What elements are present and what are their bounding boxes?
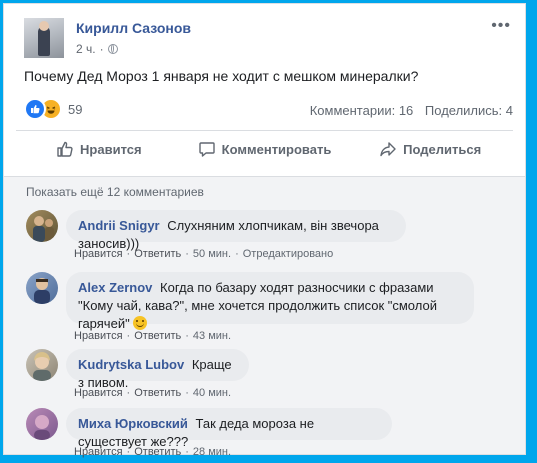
commenter-name[interactable]: Alex Zernov xyxy=(78,280,152,295)
share-button-label: Поделиться xyxy=(403,141,482,157)
comment-reply-link[interactable]: Ответить xyxy=(134,446,181,458)
shares-count-link[interactable]: Поделились: 4 xyxy=(425,103,513,118)
comment-actions: Нравится · Ответить · 28 мин. xyxy=(74,446,231,458)
action-separator: · xyxy=(126,446,131,458)
globe-icon[interactable] xyxy=(107,44,118,54)
comment-bubble: Alex Zernov Когда по базару ходят разнос… xyxy=(66,272,474,331)
comment-reply-link[interactable]: Ответить xyxy=(134,248,181,260)
smile-emoji-icon xyxy=(133,316,148,330)
comment-button-label: Комментировать xyxy=(221,141,332,157)
thumb-up-icon xyxy=(57,141,73,157)
action-bar: Нравится Комментировать Поделиться xyxy=(16,131,513,167)
laughing-face-glyph xyxy=(46,106,56,114)
commenter-name[interactable]: Миха Юрковский xyxy=(78,416,188,431)
action-separator: · xyxy=(185,446,189,458)
comment-time[interactable]: 50 мин. xyxy=(193,248,231,260)
avatar-head xyxy=(39,21,49,31)
reactions-count: 59 xyxy=(68,101,83,117)
post-meta: 2 ч. · xyxy=(76,42,376,56)
action-separator: · xyxy=(235,248,239,260)
comment-reply-link[interactable]: Ответить xyxy=(134,330,181,342)
comment-time[interactable]: 28 мин. xyxy=(193,446,231,458)
comment-time[interactable]: 43 мин. xyxy=(193,330,231,342)
comment-edited[interactable]: Отредактировано xyxy=(243,248,334,260)
commenter-avatar[interactable] xyxy=(26,272,58,304)
comment-bubble: Kudrytska Lubov Краще з пивом. xyxy=(66,349,249,390)
action-separator: · xyxy=(185,330,189,342)
comment-actions: Нравится · Ответить · 40 мин. xyxy=(74,387,231,399)
meta-separator: · xyxy=(99,42,104,56)
comment-reply-link[interactable]: Ответить xyxy=(134,387,181,399)
commenter-avatar[interactable] xyxy=(26,349,58,381)
comments-section: Показать ещё 12 комментариев Andrii Snig… xyxy=(4,176,525,458)
action-separator: · xyxy=(185,248,189,260)
commenter-name[interactable]: Kudrytska Lubov xyxy=(78,357,184,372)
avatar-photo xyxy=(34,415,50,440)
post-text: Почему Дед Мороз 1 января не ходит с меш… xyxy=(24,68,419,84)
comment-bubble: Миха Юрковский Так деда мороза не сущест… xyxy=(66,408,392,449)
comment-like-link[interactable]: Нравится xyxy=(74,248,123,260)
show-more-comments-link[interactable]: Показать ещё 12 комментариев xyxy=(26,185,204,199)
reactions-summary[interactable]: 59 xyxy=(24,98,83,120)
post-time[interactable]: 2 ч. xyxy=(76,42,96,56)
like-button[interactable]: Нравится xyxy=(16,131,182,167)
comment-actions: Нравится · Ответить · 50 мин. · Отредактирован… xyxy=(74,248,333,260)
share-button[interactable]: Поделиться xyxy=(347,131,513,167)
avatar-photo xyxy=(33,352,51,381)
comment-actions: Нравится · Ответить · 43 мин. xyxy=(74,330,231,342)
commenter-name[interactable]: Andrii Snigyr xyxy=(78,218,160,233)
action-separator: · xyxy=(126,330,131,342)
comment-like-link[interactable]: Нравится xyxy=(74,446,123,458)
comment-like-link[interactable]: Нравится xyxy=(74,387,123,399)
action-separator: · xyxy=(185,387,189,399)
more-options-icon[interactable]: ••• xyxy=(491,18,511,34)
post-stats: Комментарии: 16 Поделились: 4 xyxy=(310,103,513,118)
comment-bubble-icon xyxy=(198,142,215,157)
avatar-photo xyxy=(34,278,50,304)
commenter-avatar[interactable] xyxy=(26,210,58,242)
action-separator: · xyxy=(126,248,131,260)
author-block: Кирилл Сазонов 2 ч. · xyxy=(76,20,376,56)
thumb-up-glyph xyxy=(31,105,40,114)
post-card: Кирилл Сазонов 2 ч. · ••• Почему Дед Мор… xyxy=(3,3,526,458)
comment-time[interactable]: 40 мин. xyxy=(193,387,231,399)
author-name[interactable]: Кирилл Сазонов xyxy=(76,20,376,36)
like-button-label: Нравится xyxy=(80,141,142,157)
comment-button[interactable]: Комментировать xyxy=(182,131,348,167)
action-separator: · xyxy=(126,387,131,399)
avatar-photo xyxy=(33,216,54,242)
author-avatar[interactable] xyxy=(24,18,64,58)
comment-bubble: Andrii Snigyr Слухняним хлопчикам, він з… xyxy=(66,210,406,251)
commenter-avatar[interactable] xyxy=(26,408,58,440)
like-reaction-icon xyxy=(24,98,46,120)
comment-like-link[interactable]: Нравится xyxy=(74,330,123,342)
share-arrow-icon xyxy=(380,142,396,157)
comments-count-link[interactable]: Комментарии: 16 xyxy=(310,103,414,118)
